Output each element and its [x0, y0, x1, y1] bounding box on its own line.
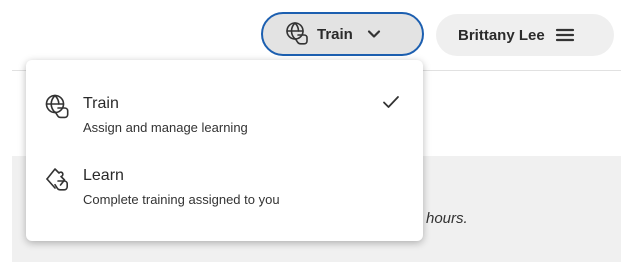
- dropdown-option-train[interactable]: Train Assign and manage learning: [26, 91, 423, 155]
- app-switcher-button[interactable]: Train: [261, 12, 424, 56]
- app-switcher-label: Train: [317, 25, 353, 43]
- app-switcher-dropdown: Train Assign and manage learning Learn C…: [26, 60, 423, 241]
- globe-hand-icon: [285, 21, 311, 47]
- dropdown-option-learn[interactable]: Learn Complete training assigned to you: [26, 163, 423, 227]
- hamburger-menu-icon: [555, 27, 575, 43]
- dropdown-option-title: Train: [83, 95, 119, 112]
- chevron-down-icon: [367, 27, 381, 41]
- user-menu-button[interactable]: Brittany Lee: [436, 14, 614, 56]
- user-name: Brittany Lee: [458, 26, 545, 44]
- dropdown-option-description: Assign and manage learning: [83, 120, 248, 135]
- dropdown-option-description: Complete training assigned to you: [83, 192, 280, 207]
- banner-text: hours.: [426, 210, 468, 227]
- globe-hand-icon: [44, 93, 72, 121]
- puzzle-hand-icon: [44, 165, 72, 193]
- checkmark-icon: [382, 93, 400, 111]
- dropdown-option-title: Learn: [83, 167, 124, 184]
